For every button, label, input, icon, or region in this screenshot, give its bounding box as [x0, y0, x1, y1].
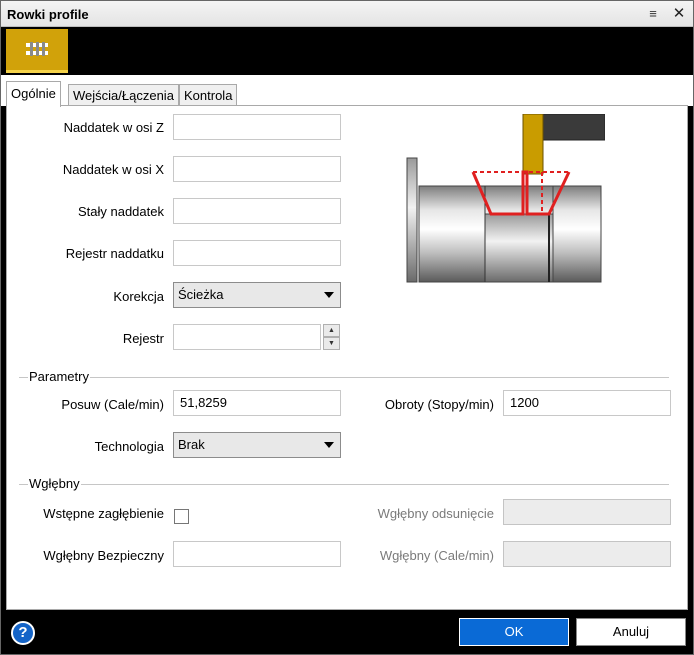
x-stock-label: Naddatek w osi X — [62, 162, 164, 177]
chevron-down-icon — [324, 442, 334, 448]
plunge-group-label: Wgłębny — [28, 476, 81, 491]
tab-strip: Ogólnie Wejścia/Łączenia Kontrola — [1, 75, 693, 107]
close-icon[interactable]: ✕ — [669, 4, 689, 24]
window-title: Rowki profile — [7, 7, 89, 22]
technology-value: Brak — [178, 437, 205, 452]
correction-value: Ścieżka — [178, 287, 224, 302]
groove-tool-icon — [26, 42, 48, 56]
stock-register-label: Rejestr naddatku — [65, 246, 164, 261]
dialog-window: Rowki profile ≡ ✕ Ogólnie Wejścia/Łączen… — [0, 0, 694, 655]
feed-input[interactable]: 51,8259 — [173, 390, 341, 416]
title-bar[interactable]: Rowki profile ≡ ✕ — [1, 1, 693, 27]
speed-input[interactable]: 1200 — [503, 390, 671, 416]
safe-plunge-label: Wgłębny Bezpieczny — [43, 548, 164, 563]
plunge-retract-label: Wgłębny odsunięcie — [377, 506, 494, 521]
help-icon[interactable]: ? — [11, 621, 35, 645]
feed-label: Posuw (Cale/min) — [61, 397, 164, 412]
tab-general[interactable]: Ogólnie — [6, 81, 61, 107]
pre-plunge-checkbox[interactable] — [174, 509, 189, 524]
stock-register-input[interactable] — [173, 240, 341, 266]
correction-label: Korekcja — [113, 289, 164, 304]
speed-label: Obroty (Stopy/min) — [384, 397, 494, 412]
plunge-feed-input[interactable] — [503, 541, 671, 567]
plunge-group: Wgłębny — [19, 476, 669, 491]
z-stock-label: Naddatek w osi Z — [63, 120, 164, 135]
technology-label: Technologia — [94, 439, 164, 454]
plunge-feed-label: Wgłębny (Cale/min) — [379, 548, 494, 563]
groove-preview-illustration — [406, 114, 605, 283]
menu-icon[interactable]: ≡ — [646, 6, 660, 22]
tab-control[interactable]: Kontrola — [179, 84, 238, 106]
tab-entries-links[interactable]: Wejścia/Łączenia — [68, 84, 179, 106]
register-label: Rejestr — [122, 331, 164, 346]
footer-bar: ? OK Anuluj — [1, 611, 693, 654]
spin-up-icon[interactable]: ▲ — [323, 324, 340, 337]
safe-plunge-input[interactable] — [173, 541, 341, 567]
z-stock-input[interactable] — [173, 114, 341, 140]
spin-down-icon[interactable]: ▼ — [323, 337, 340, 350]
register-input[interactable] — [173, 324, 321, 350]
chevron-down-icon — [324, 292, 334, 298]
ok-button[interactable]: OK — [459, 618, 569, 646]
x-stock-input[interactable] — [173, 156, 341, 182]
groove-tool-button[interactable] — [6, 29, 68, 73]
cancel-button[interactable]: Anuluj — [576, 618, 686, 646]
parameters-group: Parametry — [19, 369, 669, 384]
register-spinner[interactable]: ▲ ▼ — [323, 324, 340, 350]
constant-stock-label: Stały naddatek — [77, 204, 164, 219]
correction-select[interactable]: Ścieżka — [173, 282, 341, 308]
pre-plunge-label: Wstępne zagłębienie — [43, 506, 164, 521]
general-panel: Naddatek w osi Z Naddatek w osi X Stały … — [6, 105, 688, 610]
technology-select[interactable]: Brak — [173, 432, 341, 458]
parameters-group-label: Parametry — [28, 369, 90, 384]
toolbar — [1, 28, 693, 75]
plunge-retract-input[interactable] — [503, 499, 671, 525]
constant-stock-input[interactable] — [173, 198, 341, 224]
